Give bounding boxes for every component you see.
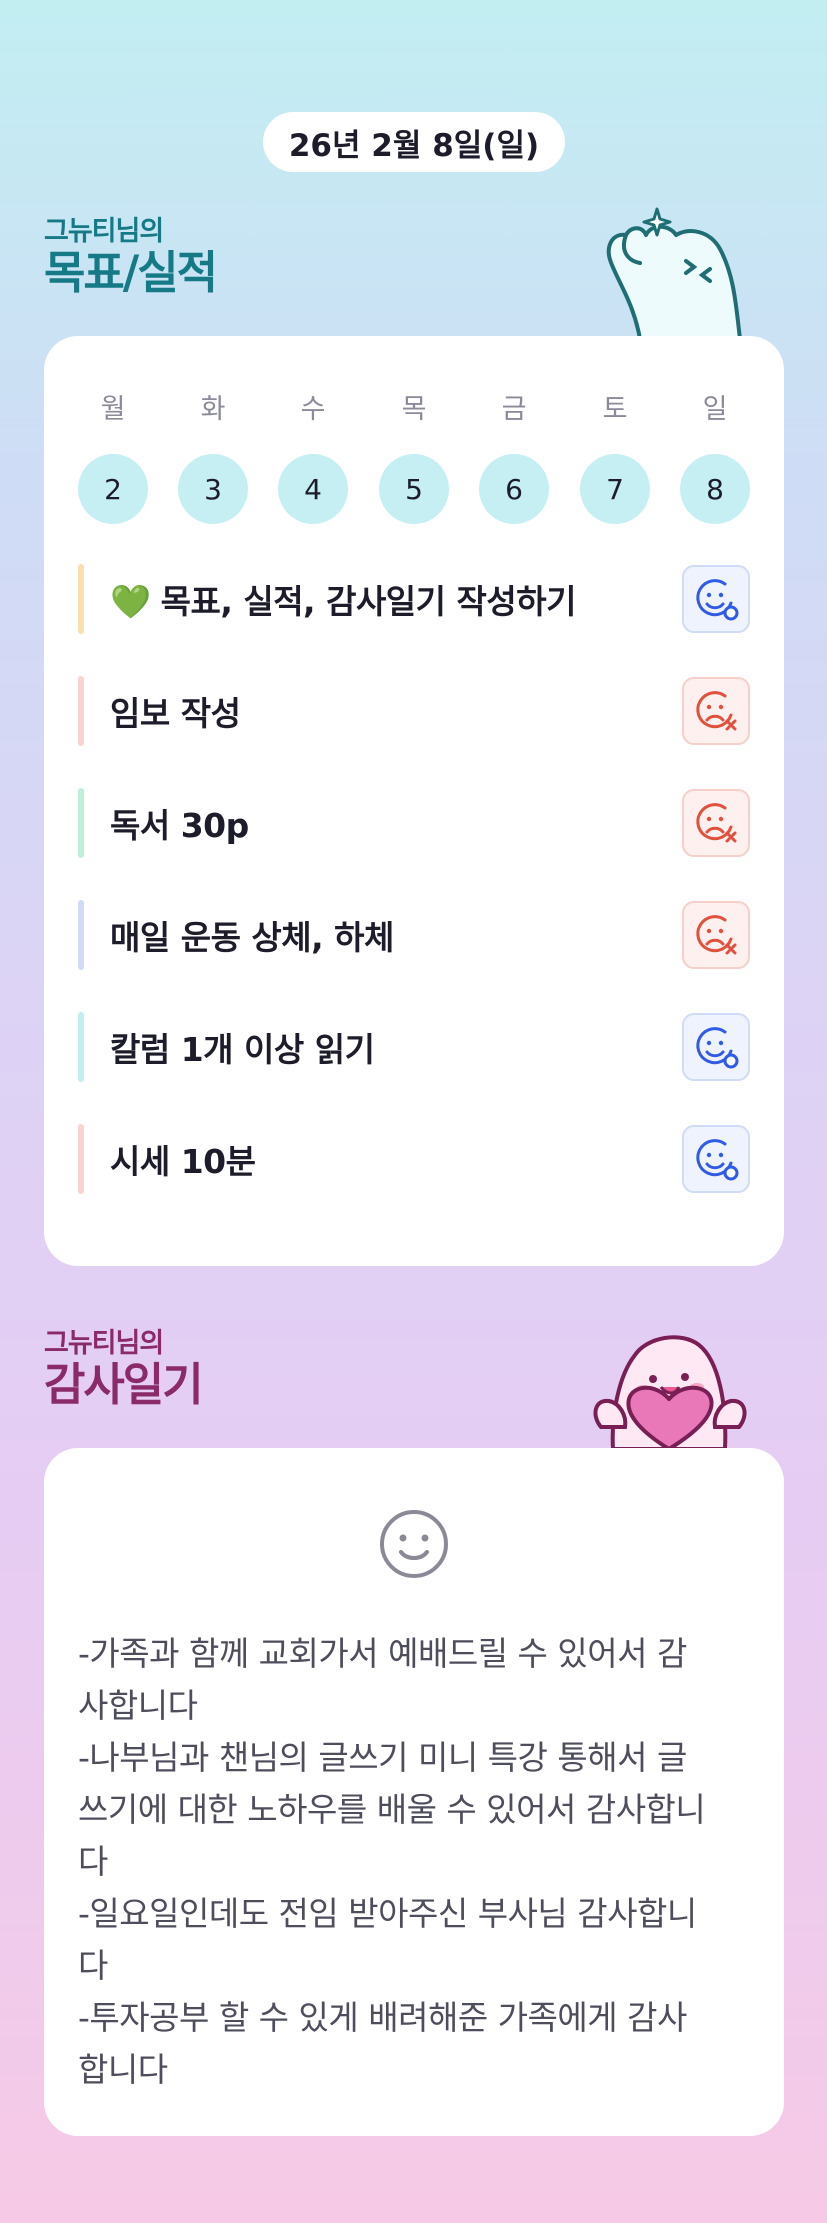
goal-color-bar	[78, 564, 84, 634]
goal-text: 시세 10분	[110, 1135, 256, 1183]
goal-text: 💚 목표, 실적, 감사일기 작성하기	[110, 575, 576, 623]
goal-row[interactable]: 독서 30p	[78, 788, 750, 858]
goal-color-bar	[78, 1124, 84, 1194]
day-number: 7	[580, 454, 650, 524]
goal-label: 임보 작성	[110, 694, 241, 733]
date-pill: 26년 2월 8일(일)	[263, 112, 565, 172]
day-number: 6	[479, 454, 549, 524]
goal-row[interactable]: 💚 목표, 실적, 감사일기 작성하기	[78, 564, 750, 634]
day-label: 월	[100, 394, 126, 425]
mascot-ghost-icon	[606, 207, 742, 340]
gratitude-text: -가족과 함께 교회가서 예배드릴 수 있어서 감 사합니다 -나부님과 챈님의…	[78, 1634, 706, 2089]
day-number: 5	[379, 454, 449, 524]
day-sun[interactable]: 일 8	[680, 390, 750, 524]
goals-card: 월 2 화 3 수 4 목 5 금 6 토 7 일 8 💚 목표, 실적, 감사일	[44, 336, 784, 1266]
goal-color-bar	[78, 1012, 84, 1082]
goals-title: 목표/실적	[44, 246, 218, 299]
day-number: 8	[680, 454, 750, 524]
day-number: 3	[178, 454, 248, 524]
gratitude-section-title: 그뉴티님의 감사일기	[44, 1328, 204, 1411]
goal-color-bar	[78, 900, 84, 970]
day-label: 일	[702, 394, 728, 425]
gratitude-subtitle: 그뉴티님의	[44, 1328, 164, 1359]
date-text: 26년 2월 8일(일)	[288, 127, 540, 164]
goal-label: 독서 30p	[110, 806, 249, 845]
smile-check-icon	[696, 1027, 739, 1069]
day-wed[interactable]: 수 4	[278, 390, 348, 524]
day-label: 토	[602, 394, 628, 425]
goal-color-bar	[78, 676, 84, 746]
week-strip: 월 2 화 3 수 4 목 5 금 6 토 7 일 8	[78, 390, 750, 530]
smile-check-icon	[696, 1139, 739, 1181]
goals-subtitle: 그뉴티님의	[44, 216, 164, 247]
goal-status-button[interactable]	[682, 1013, 750, 1081]
goal-status-button[interactable]	[682, 565, 750, 633]
goal-label: 목표, 실적, 감사일기 작성하기	[160, 582, 577, 621]
frown-x-icon	[696, 915, 737, 955]
goal-status-button[interactable]	[682, 1125, 750, 1193]
green-heart-icon: 💚	[110, 582, 151, 621]
goal-row[interactable]: 칼럼 1개 이상 읽기	[78, 1012, 750, 1082]
day-tue[interactable]: 화 3	[178, 390, 248, 524]
goal-status-button[interactable]	[682, 677, 750, 745]
goal-color-bar	[78, 788, 84, 858]
goal-status-button[interactable]	[682, 901, 750, 969]
goal-text: 칼럼 1개 이상 읽기	[110, 1023, 375, 1071]
day-number: 2	[78, 454, 148, 524]
frown-x-icon	[696, 803, 737, 843]
gratitude-title: 감사일기	[44, 1358, 204, 1411]
mascot-heart-icon	[593, 1335, 747, 1450]
day-label: 금	[501, 394, 527, 425]
goal-label: 매일 운동 상체, 하체	[110, 918, 394, 957]
goal-label: 시세 10분	[110, 1142, 256, 1181]
goal-text: 매일 운동 상체, 하체	[110, 911, 394, 959]
gratitude-card: -가족과 함께 교회가서 예배드릴 수 있어서 감 사합니다 -나부님과 챈님의…	[44, 1448, 784, 2136]
goals-section-title: 그뉴티님의 목표/실적	[44, 216, 218, 299]
day-mon[interactable]: 월 2	[78, 390, 148, 524]
day-label: 목	[401, 394, 427, 425]
frown-x-icon	[696, 691, 737, 731]
goal-text: 독서 30p	[110, 799, 249, 847]
day-label: 화	[200, 394, 226, 425]
goal-row[interactable]: 매일 운동 상체, 하체	[78, 900, 750, 970]
mood-smile-icon[interactable]	[378, 1508, 450, 1580]
goal-row[interactable]: 임보 작성	[78, 676, 750, 746]
day-number: 4	[278, 454, 348, 524]
goal-status-button[interactable]	[682, 789, 750, 857]
day-sat[interactable]: 토 7	[580, 390, 650, 524]
goal-text: 임보 작성	[110, 687, 241, 735]
goal-row[interactable]: 시세 10분	[78, 1124, 750, 1194]
day-fri[interactable]: 금 6	[479, 390, 549, 524]
day-thu[interactable]: 목 5	[379, 390, 449, 524]
smile-check-icon	[696, 579, 739, 621]
goal-label: 칼럼 1개 이상 읽기	[110, 1030, 375, 1069]
day-label: 수	[300, 394, 326, 425]
